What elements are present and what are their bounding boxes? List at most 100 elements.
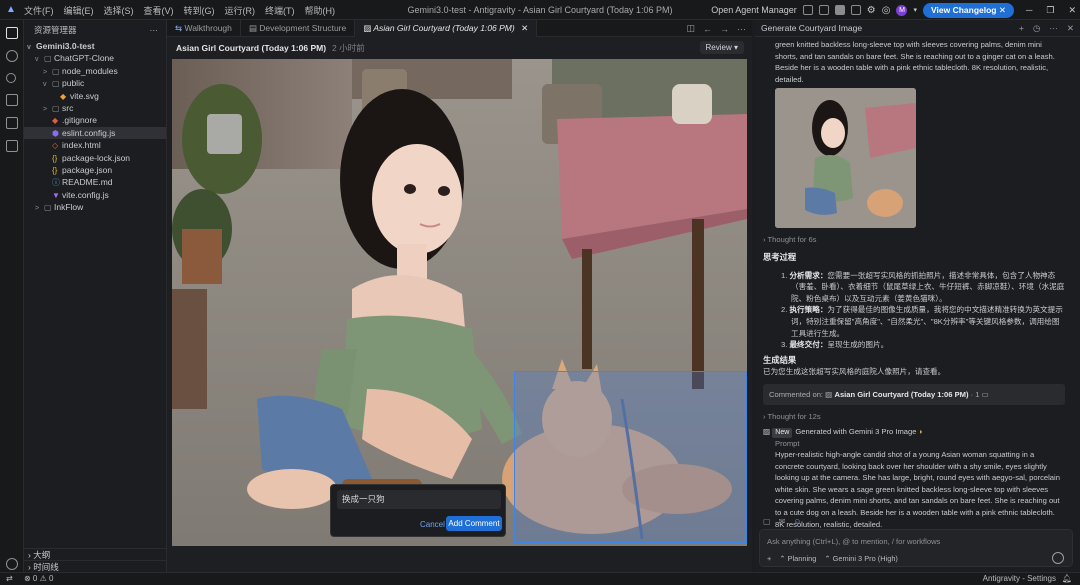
- generated-thumbnail[interactable]: [775, 88, 916, 229]
- review-button[interactable]: Review ▾: [699, 41, 744, 54]
- workspace-root[interactable]: v Gemini3.0-test: [24, 40, 166, 52]
- step-item: 2. 执行策略：为了获得最佳的图像生成质量，我将您的中文描述精准转换为英文提示词…: [781, 305, 1063, 338]
- outline-section[interactable]: › 大纲: [24, 548, 167, 560]
- explorer-title: 资源管理器: [34, 25, 77, 35]
- tree-item-label: node_modules: [62, 65, 118, 76]
- add-context-icon[interactable]: +: [767, 554, 771, 563]
- tree-item[interactable]: ⬢ eslint.config.js: [24, 126, 166, 140]
- menu-view[interactable]: 查看(V): [144, 4, 174, 17]
- menu-selection[interactable]: 选择(S): [104, 4, 134, 17]
- folder-icon: ▢: [44, 203, 52, 213]
- browser-icon[interactable]: ◎: [882, 5, 891, 16]
- chat-title: Generate Courtyard Image: [761, 23, 863, 33]
- close-window-icon[interactable]: ✕: [1068, 5, 1076, 16]
- cancel-button[interactable]: Cancel: [420, 520, 445, 529]
- forward-arrow-icon[interactable]: →: [720, 24, 729, 34]
- account-icon[interactable]: [6, 558, 18, 570]
- tree-item[interactable]: > ▢ node_modules: [24, 65, 166, 77]
- tab-bar: ⇆ Walkthrough ▤ Development Structure ▨ …: [167, 20, 752, 37]
- chat-header: Generate Courtyard Image + ◷ ··· ✕: [755, 20, 1080, 37]
- menu-run[interactable]: 运行(R): [225, 4, 256, 17]
- breadcrumb: Asian Girl Courtyard (Today 1:06 PM) 2 小…: [167, 37, 752, 58]
- layout-custom-icon[interactable]: [850, 5, 861, 15]
- notifications-bell-icon[interactable]: 🔔︎: [1062, 574, 1072, 583]
- open-agent-manager-link[interactable]: Open Agent Manager: [711, 5, 797, 15]
- explorer-icon[interactable]: [6, 27, 18, 39]
- layout-secondary-icon[interactable]: [834, 5, 845, 15]
- generated-image[interactable]: 换成一只狗 Cancel Add Comment: [172, 59, 747, 546]
- steps-list: 1. 分析需求：您需要一张超写实风格的抓拍照片，描述非常具体，包含了人物神态（害…: [781, 270, 1065, 351]
- tree-item[interactable]: v ▢ ChatGPT-Clone: [24, 52, 166, 64]
- maximize-icon[interactable]: ❐: [1046, 5, 1054, 16]
- mail-icon[interactable]: ✉: [779, 517, 786, 526]
- menu-help[interactable]: 帮助(H): [305, 4, 336, 17]
- view-changelog-button[interactable]: View Changelog ✕: [923, 2, 1014, 18]
- chat-input-box[interactable]: Ask anything (Ctrl+L), @ to mention, / f…: [759, 529, 1073, 567]
- step-item: 1. 分析需求：您需要一张超写实风格的抓拍照片，描述非常具体，包含了人物神态（害…: [781, 270, 1065, 303]
- add-comment-button[interactable]: Add Comment: [446, 516, 502, 531]
- account-avatar[interactable]: M: [896, 4, 908, 16]
- chat-input-placeholder[interactable]: Ask anything (Ctrl+L), @ to mention, / f…: [767, 537, 940, 546]
- comment-input[interactable]: 换成一只狗: [337, 490, 501, 509]
- menu-terminal[interactable]: 终端(T): [265, 4, 295, 17]
- git-icon: ◆: [52, 116, 59, 126]
- run-debug-icon[interactable]: [6, 94, 18, 106]
- doc-icon: ▤: [248, 23, 260, 33]
- title-bar: ▲ 文件(F) 编辑(E) 选择(S) 查看(V) 转到(G) 运行(R) 终端…: [0, 0, 1080, 20]
- split-editor-icon[interactable]: ◫: [686, 23, 695, 34]
- tree-item-label: README.md: [62, 177, 113, 188]
- comment-selection-box[interactable]: [514, 371, 747, 543]
- history-icon[interactable]: ◷: [1033, 20, 1040, 37]
- tree-item[interactable]: ⓘ README.md: [24, 176, 166, 188]
- feedback-icon[interactable]: ☺: [793, 517, 801, 526]
- more-actions-icon[interactable]: ···: [1049, 20, 1058, 37]
- menu-edit[interactable]: 编辑(E): [64, 4, 94, 17]
- tree-item[interactable]: {} package.json: [24, 164, 166, 176]
- menu-go[interactable]: 转到(G): [184, 4, 215, 17]
- search-icon[interactable]: [6, 50, 18, 62]
- copy-icon[interactable]: ▢: [763, 517, 771, 526]
- menu-file[interactable]: 文件(F): [24, 4, 54, 17]
- layout-sidebar-icon[interactable]: [802, 5, 813, 15]
- extensions-icon[interactable]: [6, 140, 18, 152]
- tree-item[interactable]: ◇ index.html: [24, 139, 166, 151]
- back-arrow-icon[interactable]: ←: [703, 24, 712, 34]
- thought-toggle-2[interactable]: › Thought for 12s: [763, 411, 1065, 423]
- model-selector[interactable]: ⌃ Gemini 3 Pro (High): [824, 554, 898, 563]
- tab-walkthrough[interactable]: ⇆ Walkthrough: [167, 20, 241, 37]
- layout-panel-icon[interactable]: [818, 5, 829, 15]
- tree-item[interactable]: > ▢ src: [24, 102, 166, 114]
- more-actions-icon[interactable]: ···: [150, 20, 159, 40]
- close-panel-icon[interactable]: ✕: [1067, 20, 1074, 37]
- timeline-section[interactable]: › 时间线: [24, 560, 167, 572]
- tree-item[interactable]: v ▢ public: [24, 77, 166, 89]
- more-actions-icon[interactable]: ···: [737, 24, 746, 34]
- tab-asian-girl-courtyard[interactable]: ▨ Asian Girl Courtyard (Today 1:06 PM) ✕: [355, 20, 538, 37]
- tree-item[interactable]: ◆ .gitignore: [24, 114, 166, 126]
- prompt-tail-text: green knitted backless long-sleeve top w…: [775, 40, 1055, 84]
- result-text: 已为您生成这张超写实风格的庭院人像照片，请查看。: [763, 367, 946, 377]
- settings-gear-icon[interactable]: ⚙: [867, 5, 876, 16]
- thumbnail-photo: [775, 88, 916, 229]
- tree-item[interactable]: > ▢ InkFlow: [24, 201, 166, 213]
- mode-selector[interactable]: ⌃ Planning: [779, 554, 816, 563]
- minimize-icon[interactable]: ─: [1026, 5, 1032, 15]
- source-control-icon[interactable]: [6, 73, 16, 83]
- problems-count[interactable]: ⊗ 0 ⚠ 0: [24, 574, 53, 583]
- remote-explorer-icon[interactable]: [6, 117, 18, 129]
- tree-item[interactable]: ▼ vite.config.js: [24, 189, 166, 201]
- chevron-icon: >: [35, 205, 40, 213]
- image-icon: ▨: [763, 426, 773, 436]
- commented-on-card[interactable]: Commented on: ▨ Asian Girl Courtyard (To…: [763, 383, 1065, 405]
- send-icon[interactable]: [1052, 552, 1064, 564]
- remote-icon[interactable]: ⇄: [6, 574, 13, 583]
- chevron-down-icon[interactable]: ▾: [913, 6, 917, 14]
- generated-with-line: ▨ New Generated with Gemini 3 Pro Image ◗: [763, 426, 924, 438]
- new-badge: New: [772, 427, 793, 438]
- thought-toggle-1[interactable]: › Thought for 6s: [763, 234, 1065, 246]
- tab-development-structure[interactable]: ▤ Development Structure: [241, 20, 356, 37]
- new-chat-icon[interactable]: +: [1019, 20, 1024, 37]
- close-tab-icon[interactable]: ✕: [521, 23, 528, 33]
- tree-item[interactable]: {} package-lock.json: [24, 152, 166, 164]
- settings-status[interactable]: Antigravity - Settings: [983, 574, 1056, 583]
